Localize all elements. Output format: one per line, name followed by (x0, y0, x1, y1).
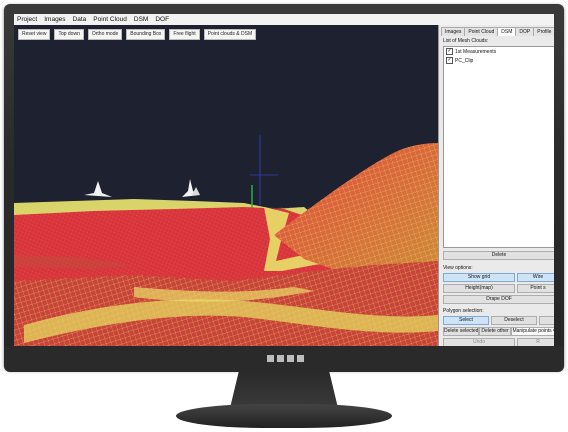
tab-dop[interactable]: DOP (515, 27, 535, 36)
tab-profile[interactable]: Profile (533, 27, 554, 36)
top-down-button[interactable]: Top down (54, 29, 84, 40)
tab-point-cloud[interactable]: Point Cloud (464, 27, 499, 36)
menu-project[interactable]: Project (17, 16, 37, 23)
deselect-button[interactable]: Deselect (491, 316, 537, 325)
wireframe-button[interactable]: Wire (517, 273, 554, 282)
mesh-cloud-list[interactable]: ✓ 1st Measurements ✓ PC_Clip (443, 46, 554, 248)
point-size-button[interactable]: Point s (517, 284, 554, 293)
delete-selected-button[interactable]: Delete selected (443, 327, 479, 336)
monitor-button (297, 355, 304, 362)
select-button[interactable]: Select (443, 316, 489, 325)
delete-button[interactable]: Delete (443, 251, 554, 260)
monitor-button (277, 355, 284, 362)
mesh-clouds-label: List of Mesh Clouds: (443, 38, 489, 44)
side-panel: Images Point Cloud DSM DOP Profile List … (438, 25, 554, 346)
view-options-label: View options: (443, 265, 473, 271)
ortho-mode-button[interactable]: Ortho mode (87, 29, 123, 40)
redo-button[interactable]: R (517, 338, 554, 346)
menu-data[interactable]: Data (73, 16, 87, 23)
monitor-buttons (267, 355, 304, 362)
list-item-label: 1st Measurements (455, 48, 497, 55)
list-item[interactable]: ✓ PC_Clip (444, 56, 554, 65)
3d-viewport[interactable]: Reset view Top down Ortho mode Bounding … (14, 25, 438, 346)
menu-images[interactable]: Images (44, 16, 65, 23)
panel-tabs: Images Point Cloud DSM DOP Profile (441, 27, 554, 36)
checkbox[interactable]: ✓ (446, 57, 453, 64)
manipulate-points-dropdown[interactable]: Manipulate points ▾ (511, 327, 554, 336)
viewport-toolbar: Reset view Top down Ortho mode Bounding … (18, 29, 257, 40)
delete-other-button[interactable]: Delete other (479, 327, 511, 336)
tab-images[interactable]: Images (441, 27, 466, 36)
checkbox[interactable]: ✓ (446, 48, 453, 55)
menu-dof[interactable]: DOF (155, 16, 169, 23)
polygon-selection-label: Polygon selection: (443, 308, 484, 314)
app-screen: Project Images Data Point Cloud DSM DOF (14, 14, 554, 346)
heightmap-button[interactable]: Height(map) (443, 284, 515, 293)
terrain-render (14, 25, 438, 346)
monitor-neck (230, 372, 338, 408)
monitor-stand (176, 404, 392, 428)
extra-selection-button[interactable] (539, 316, 554, 325)
drape-dof-button[interactable]: Drape DOF (443, 295, 554, 304)
point-clouds-dsm-button[interactable]: Point clouds & DSM (203, 29, 257, 40)
menu-bar: Project Images Data Point Cloud DSM DOF (14, 14, 554, 25)
list-item[interactable]: ✓ 1st Measurements (444, 47, 554, 56)
reset-view-button[interactable]: Reset view (18, 29, 51, 40)
monitor-button (267, 355, 274, 362)
bounding-box-button[interactable]: Bounding Box (126, 29, 166, 40)
list-item-label: PC_Clip (455, 57, 474, 64)
show-grid-button[interactable]: Show grid (443, 273, 515, 282)
monitor-button (287, 355, 294, 362)
menu-dsm[interactable]: DSM (134, 16, 148, 23)
menu-point-cloud[interactable]: Point Cloud (93, 16, 127, 23)
undo-button[interactable]: Undo (443, 338, 515, 346)
free-flight-button[interactable]: Free flight (169, 29, 200, 40)
tab-dsm[interactable]: DSM (497, 27, 517, 36)
